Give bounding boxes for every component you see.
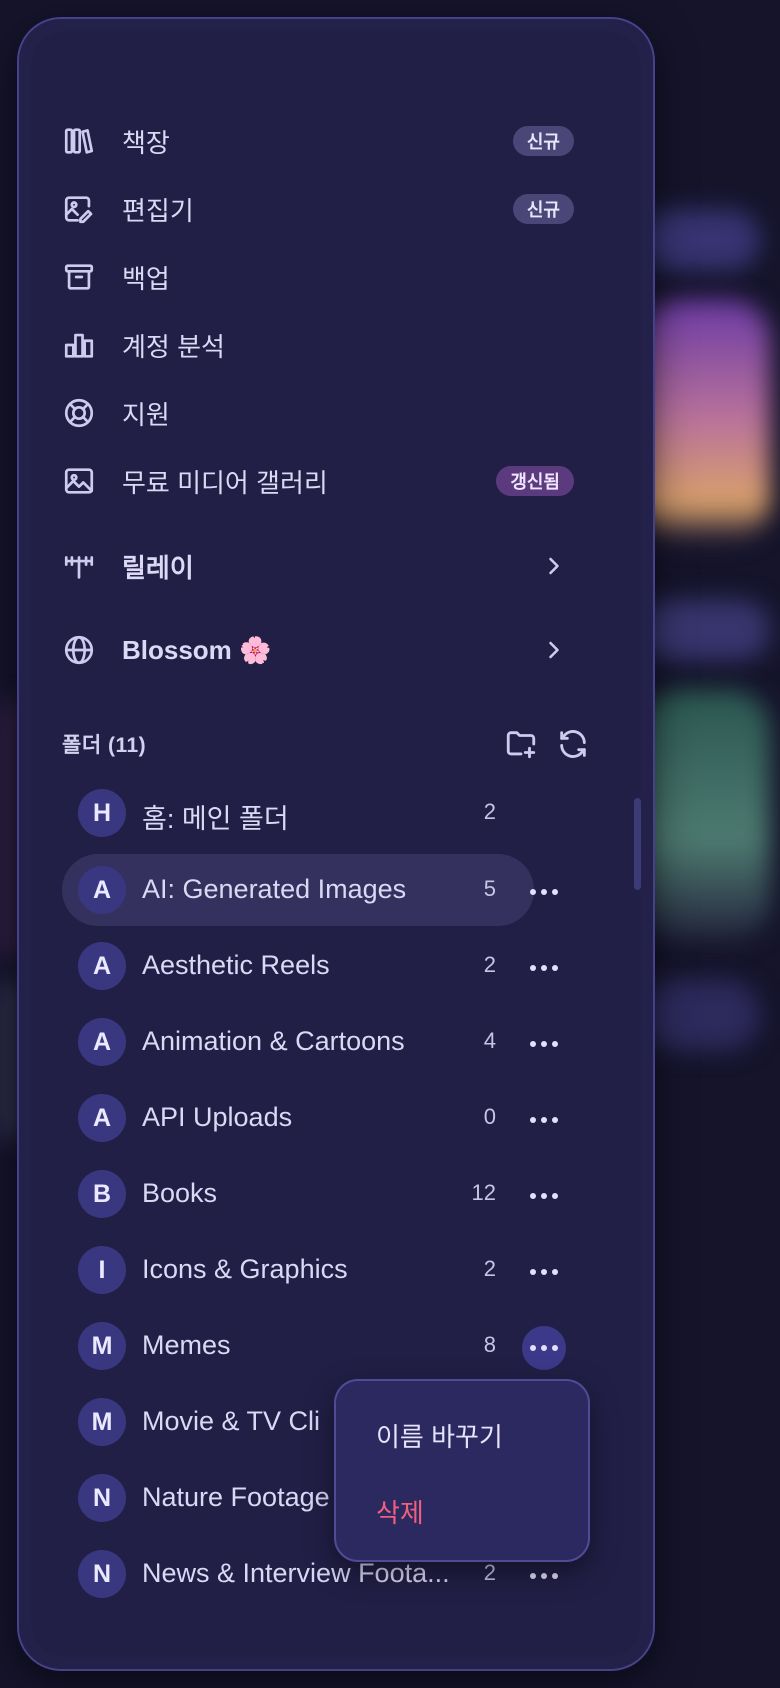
antenna-icon	[60, 547, 98, 585]
menu-item-label: 백업	[122, 263, 170, 294]
folder-count: 5	[483, 876, 496, 901]
folder-avatar: B	[78, 1170, 126, 1218]
menu-item-analytics[interactable]: 계정 분석	[60, 317, 580, 373]
image-edit-icon	[60, 190, 98, 228]
folder-name: Icons & Graphics	[142, 1254, 348, 1284]
new-badge: 신규	[512, 126, 574, 156]
more-options-icon[interactable]	[522, 946, 566, 990]
folder-avatar: A	[78, 1018, 126, 1066]
folder-item[interactable]: A API Uploads 0	[62, 1082, 592, 1154]
folder-avatar: M	[78, 1398, 126, 1446]
folder-item[interactable]: H 홈: 메인 폴더 2	[62, 777, 592, 849]
folder-avatar: I	[78, 1246, 126, 1294]
folder-count: 2	[483, 952, 496, 977]
folder-count: 2	[483, 1560, 496, 1585]
folder-count: 12	[471, 1180, 496, 1205]
folder-name: Animation & Cartoons	[142, 1026, 405, 1056]
folder-count: 2	[483, 799, 496, 824]
image-icon	[60, 462, 98, 500]
folder-name: 홈: 메인 폴더	[142, 804, 289, 834]
menu-item-blossom[interactable]: Blossom 🌸	[60, 622, 580, 678]
menu-item-label: 지원	[122, 399, 170, 430]
more-options-icon[interactable]	[522, 1022, 566, 1066]
folder-avatar: N	[78, 1474, 126, 1522]
folder-item[interactable]: I Icons & Graphics 2	[62, 1234, 592, 1306]
menu-item-support[interactable]: 지원	[60, 385, 580, 441]
menu-item-label: 편집기	[122, 195, 194, 226]
books-icon	[60, 122, 98, 160]
bg-blob	[640, 210, 760, 270]
folder-name: API Uploads	[142, 1102, 293, 1132]
lifebuoy-icon	[60, 394, 98, 432]
folder-avatar: N	[78, 1550, 126, 1598]
folders-title: 폴더 (11)	[62, 734, 147, 757]
menu-item-label: Blossom 🌸	[122, 634, 272, 665]
menu-item-label: 책장	[122, 127, 170, 158]
updated-badge: 갱신됨	[496, 466, 574, 496]
more-options-icon[interactable]	[522, 1174, 566, 1218]
folder-name: Memes	[142, 1330, 231, 1360]
top-fade	[31, 31, 641, 111]
folder-avatar: M	[78, 1322, 126, 1370]
delete-menu-item[interactable]: 삭제	[376, 1493, 424, 1530]
globe-icon	[60, 631, 98, 669]
folder-item-selected[interactable]: A AI: Generated Images 5	[62, 854, 592, 926]
bg-blob	[640, 690, 770, 940]
new-folder-icon[interactable]	[502, 726, 540, 762]
chevron-right-icon	[540, 552, 568, 580]
folder-count: 0	[483, 1104, 496, 1129]
chevron-right-icon	[540, 636, 568, 664]
folder-item[interactable]: M Memes 8	[62, 1310, 592, 1382]
folder-avatar: H	[78, 789, 126, 837]
menu-item-free-media-gallery[interactable]: 무료 미디어 갤러리 갱신됨	[60, 453, 580, 509]
folder-name: Books	[142, 1178, 218, 1208]
folder-count: 8	[483, 1332, 496, 1357]
folder-count: 2	[483, 1256, 496, 1281]
menu-item-label: 무료 미디어 갤러리	[122, 467, 328, 498]
folder-avatar: A	[78, 1094, 126, 1142]
refresh-icon[interactable]	[554, 726, 592, 762]
folder-count: 4	[483, 1028, 496, 1053]
folder-avatar: A	[78, 866, 126, 914]
rename-menu-item[interactable]: 이름 바꾸기	[376, 1417, 503, 1454]
menu-item-bookshelf[interactable]: 책장 신규	[60, 113, 580, 169]
folder-context-menu: 이름 바꾸기 삭제	[334, 1379, 590, 1562]
menu-item-editor[interactable]: 편집기 신규	[60, 181, 580, 237]
more-options-icon[interactable]	[522, 870, 566, 914]
folder-name: News & Interview Foota...	[142, 1558, 450, 1588]
folder-item[interactable]: A Aesthetic Reels 2	[62, 930, 592, 1002]
menu-item-label: 계정 분석	[122, 331, 225, 362]
more-options-icon-active[interactable]	[522, 1326, 566, 1370]
bg-blob	[640, 300, 770, 540]
scrollbar-thumb[interactable]	[634, 798, 641, 890]
folder-name: AI: Generated Images	[142, 874, 407, 904]
folder-item[interactable]: B Books 12	[62, 1158, 592, 1230]
archive-icon	[60, 258, 98, 296]
bg-blob	[640, 600, 770, 660]
menu-item-backup[interactable]: 백업	[60, 249, 580, 305]
folder-name: Aesthetic Reels	[142, 950, 330, 980]
bar-chart-icon	[60, 326, 98, 364]
menu-item-label: 릴레이	[122, 552, 194, 583]
bg-blob	[0, 980, 18, 1140]
folders-header: 폴더 (11)	[62, 724, 592, 764]
menu-item-relays[interactable]: 릴레이	[60, 538, 580, 594]
new-badge: 신규	[512, 194, 574, 224]
bg-blob	[0, 700, 18, 960]
folder-avatar: A	[78, 942, 126, 990]
more-options-icon[interactable]	[522, 1098, 566, 1142]
bg-blob	[640, 980, 760, 1050]
folder-item[interactable]: A Animation & Cartoons 4	[62, 1006, 592, 1078]
more-options-icon[interactable]	[522, 1250, 566, 1294]
